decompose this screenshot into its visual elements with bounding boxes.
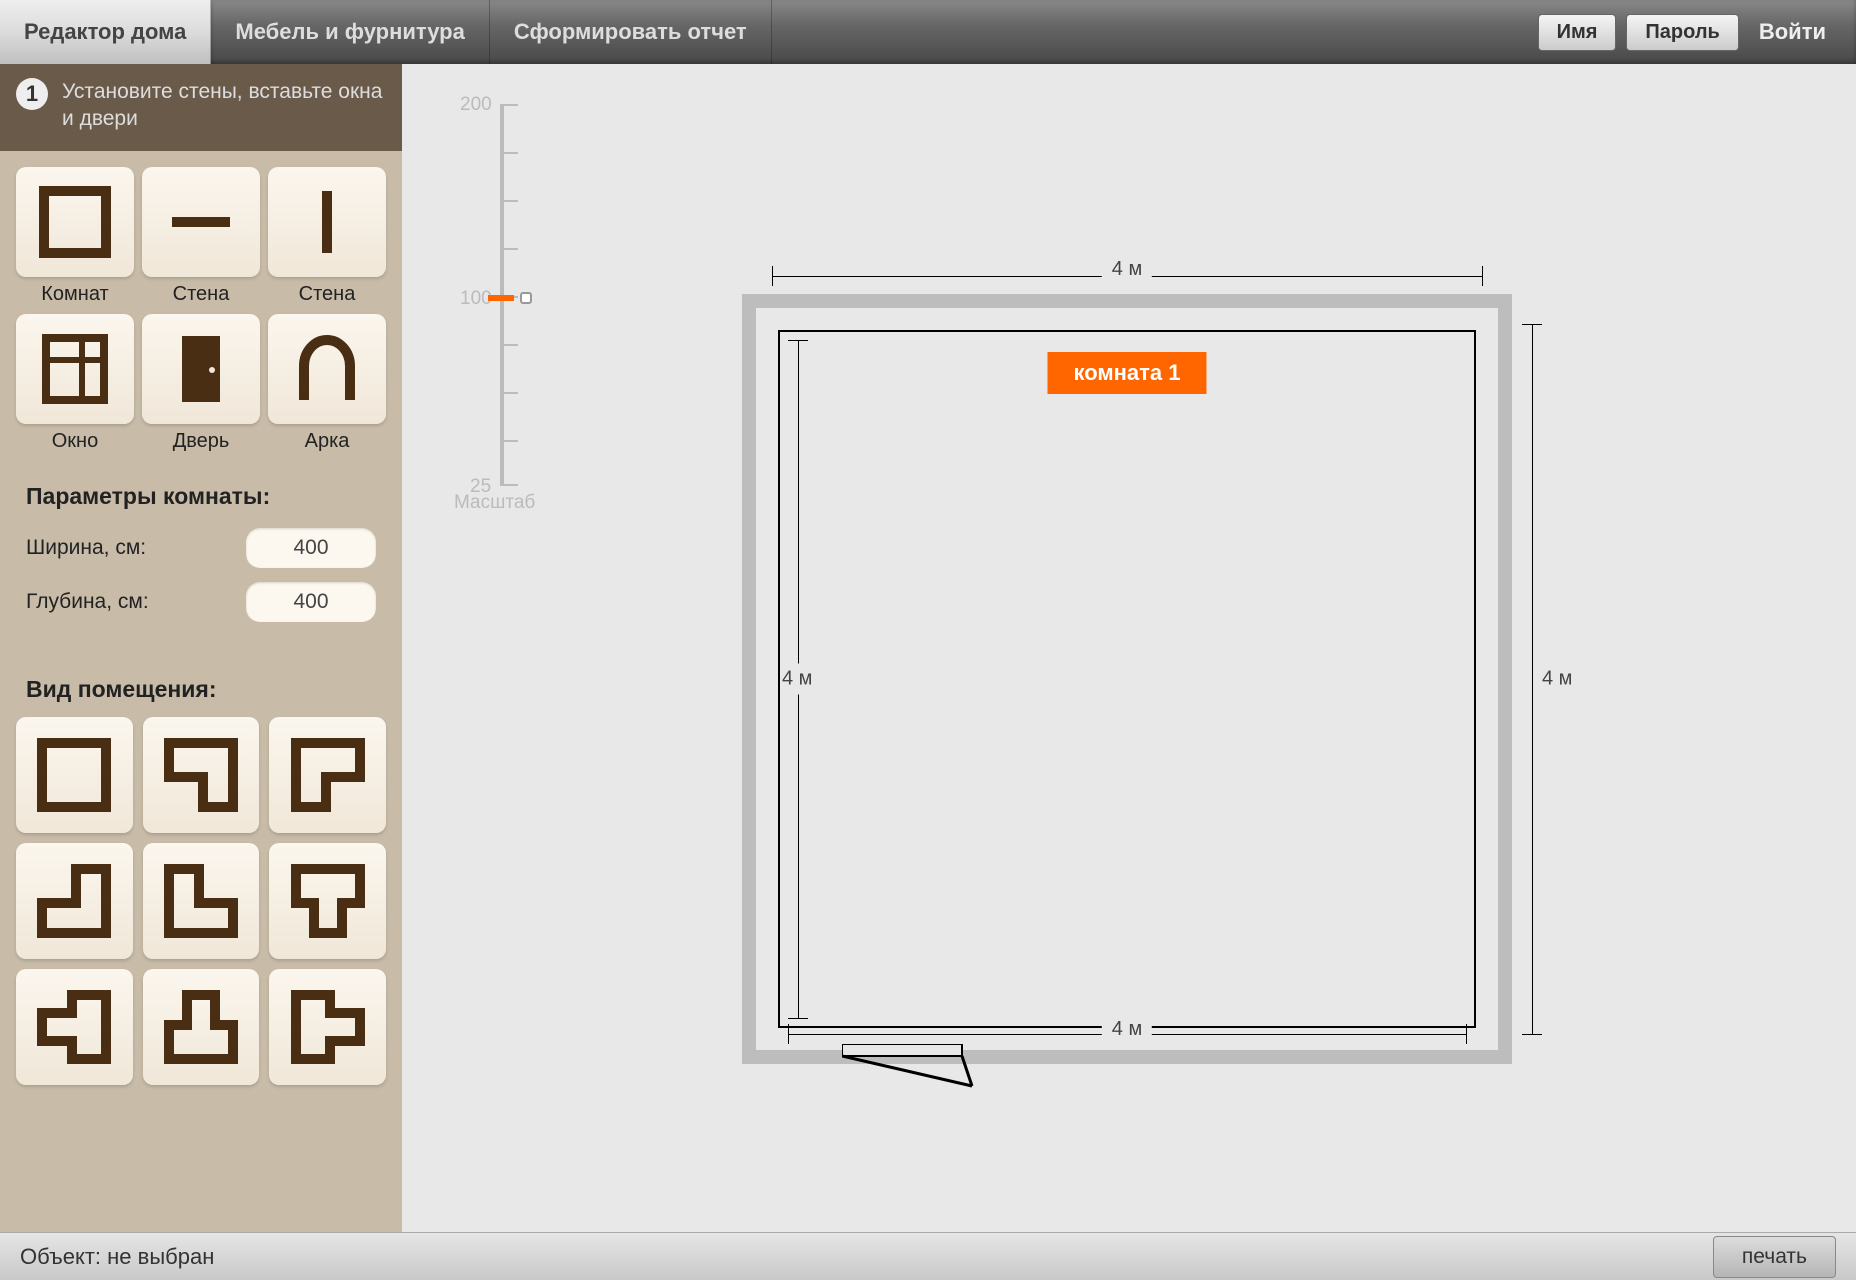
tool-label: Окно <box>16 430 134 453</box>
shape-t-icon <box>32 985 116 1069</box>
zoom-mid-label: 100 <box>460 288 492 310</box>
tool-door[interactable]: Дверь <box>142 314 260 453</box>
dimension-line <box>1532 324 1533 1034</box>
tab-label: Сформировать отчет <box>514 19 747 45</box>
zoom-tick <box>500 248 518 250</box>
body: 1 Установите стены, вставьте окна и двер… <box>0 64 1856 1232</box>
shape-t-right[interactable] <box>269 969 386 1085</box>
zoom-tick <box>500 104 518 106</box>
step-instructions: Установите стены, вставьте окна и двери <box>62 78 386 133</box>
tool-label: Дверь <box>142 430 260 453</box>
login-area: Имя Пароль Войти <box>1538 0 1856 64</box>
dimension-right: 4 м <box>1542 664 1572 695</box>
room-icon <box>36 183 114 261</box>
zoom-slider[interactable]: 200 100 25 Масштаб <box>460 92 520 532</box>
dimension-cap <box>1522 1034 1542 1035</box>
depth-input[interactable] <box>246 582 376 622</box>
zoom-tick <box>500 392 518 394</box>
tool-label: Стена <box>142 283 260 306</box>
room-parameters-panel: Параметры комнаты: Ширина, см: Глубина, … <box>10 469 392 650</box>
top-menu-bar: Редактор дома Мебель и фурнитура Сформир… <box>0 0 1856 64</box>
wall-horizontal-icon <box>162 183 240 261</box>
shape-l-icon <box>32 859 116 943</box>
print-button[interactable]: печать <box>1713 1236 1836 1278</box>
shape-t-up[interactable] <box>269 843 386 959</box>
shape-t-icon <box>286 859 370 943</box>
zoom-max-label: 200 <box>460 94 492 116</box>
shapes-title: Вид помещения: <box>10 660 392 717</box>
room-inner-line <box>778 330 1476 1028</box>
canvas-area[interactable]: 200 100 25 Масштаб комната 1 4 м 4 м <box>402 64 1856 1232</box>
zoom-caption: Масштаб <box>454 492 535 514</box>
shape-l-tl[interactable] <box>269 717 386 833</box>
login-link[interactable]: Войти <box>1749 19 1836 45</box>
tool-wall-horizontal[interactable]: Стена <box>142 167 260 306</box>
dimension-cap <box>1466 1024 1467 1044</box>
door-swing-icon <box>842 1044 1002 1094</box>
shape-l-tr[interactable] <box>143 717 260 833</box>
door-icon <box>162 330 240 408</box>
zoom-tick <box>500 200 518 202</box>
dimension-bottom: 4 м <box>1102 1018 1152 1041</box>
dimension-top: 4 м <box>1102 258 1152 281</box>
zoom-tick <box>500 440 518 442</box>
tool-arch[interactable]: Арка <box>268 314 386 453</box>
tab-label: Мебель и фурнитура <box>235 19 464 45</box>
tool-label: Арка <box>268 430 386 453</box>
zoom-tick <box>500 152 518 154</box>
depth-label: Глубина, см: <box>26 590 246 614</box>
tool-label: Комнат <box>16 283 134 306</box>
step-header: 1 Установите стены, вставьте окна и двер… <box>0 64 402 151</box>
floorplan[interactable]: комната 1 4 м 4 м 4 м 4 м <box>742 294 1512 1064</box>
status-text: Объект: не выбран <box>20 1244 214 1270</box>
wall-vertical-icon <box>288 183 366 261</box>
arch-icon <box>288 330 366 408</box>
tab-report[interactable]: Сформировать отчет <box>490 0 772 64</box>
shape-l-br[interactable] <box>16 843 133 959</box>
tool-window[interactable]: Окно <box>16 314 134 453</box>
room-name-label[interactable]: комната 1 <box>1047 352 1206 394</box>
dimension-cap <box>788 1018 808 1019</box>
tool-room[interactable]: Комнат <box>16 167 134 306</box>
room-shape-panel: Вид помещения: <box>10 660 392 1091</box>
zoom-tick <box>500 484 518 486</box>
zoom-handle[interactable] <box>520 292 532 304</box>
status-bar: Объект: не выбран печать <box>0 1232 1856 1280</box>
tool-label: Стена <box>268 283 386 306</box>
step-number-badge: 1 <box>16 78 48 110</box>
sidebar: 1 Установите стены, вставьте окна и двер… <box>0 64 402 1232</box>
params-title: Параметры комнаты: <box>26 483 376 510</box>
tab-label: Редактор дома <box>24 19 186 45</box>
dimension-cap <box>1522 324 1542 325</box>
topbar-spacer <box>772 0 1538 64</box>
door-on-plan[interactable] <box>842 1044 982 1084</box>
zoom-thumb[interactable] <box>488 295 514 301</box>
password-button[interactable]: Пароль <box>1626 14 1738 51</box>
shape-square[interactable] <box>16 717 133 833</box>
shape-t-icon <box>286 985 370 1069</box>
name-button[interactable]: Имя <box>1538 14 1617 51</box>
dimension-cap <box>788 1024 789 1044</box>
dimension-cap <box>1482 266 1483 286</box>
shape-l-icon <box>159 733 243 817</box>
shape-square-icon <box>32 733 116 817</box>
width-input[interactable] <box>246 528 376 568</box>
shape-t-left[interactable] <box>16 969 133 1085</box>
width-label: Ширина, см: <box>26 536 246 560</box>
dimension-left: 4 м <box>782 664 812 695</box>
tab-home-editor[interactable]: Редактор дома <box>0 0 211 64</box>
window-icon <box>36 330 114 408</box>
shape-t-down[interactable] <box>143 969 260 1085</box>
tab-furniture[interactable]: Мебель и фурнитура <box>211 0 489 64</box>
zoom-tick <box>500 344 518 346</box>
zoom-track <box>500 104 504 484</box>
tool-palette: Комнат Стена <box>10 161 392 459</box>
shape-t-icon <box>159 985 243 1069</box>
tool-wall-vertical[interactable]: Стена <box>268 167 386 306</box>
shape-l-bl[interactable] <box>143 843 260 959</box>
dimension-cap <box>788 340 808 341</box>
dimension-cap <box>772 266 773 286</box>
shape-l-icon <box>159 859 243 943</box>
shape-l-icon <box>286 733 370 817</box>
